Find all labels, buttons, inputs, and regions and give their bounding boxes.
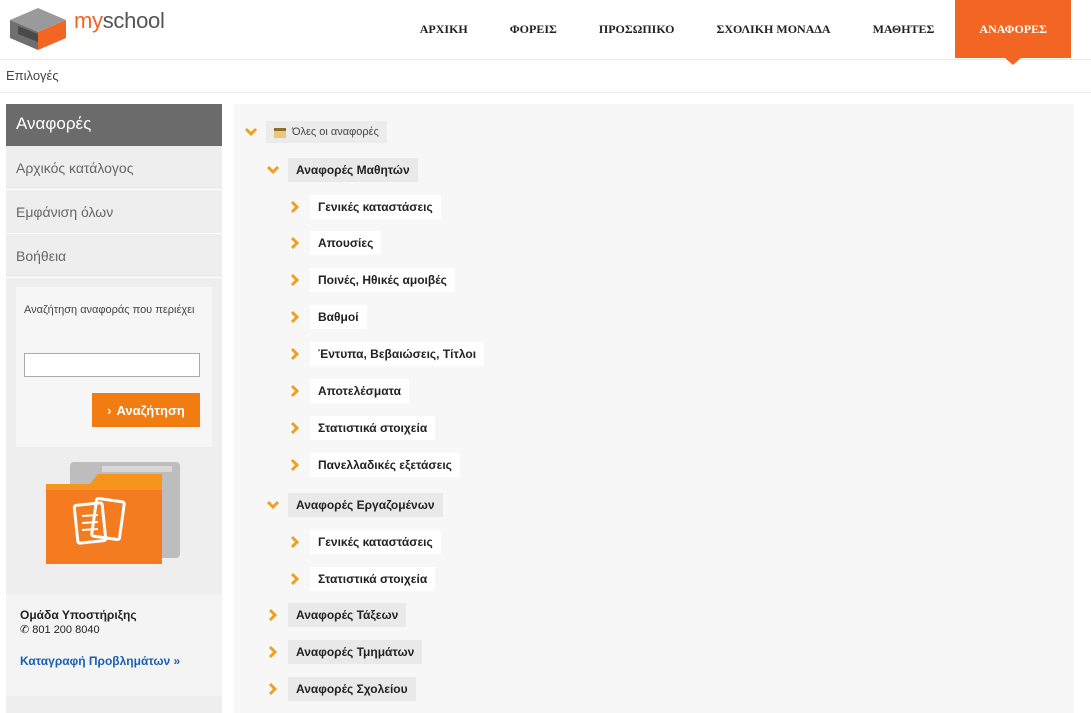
- nav-bodies[interactable]: ΦΟΡΕΙΣ: [489, 0, 578, 58]
- options-label: Επιλογές: [6, 68, 59, 83]
- tree-item[interactable]: Απουσίες: [310, 231, 382, 255]
- report-problems-link[interactable]: Καταγραφή Προβλημάτων »: [20, 654, 180, 668]
- tree-group-school[interactable]: Αναφορές Σχολείου: [288, 677, 416, 701]
- search-button-label: Αναζήτηση: [116, 402, 185, 418]
- chevron-right-icon[interactable]: [288, 458, 302, 472]
- tree-item[interactable]: Πανελλαδικές εξετάσεις: [310, 453, 460, 477]
- logo-mark-icon: [10, 8, 66, 50]
- tree-item[interactable]: Γενικές καταστάσεις: [310, 530, 441, 554]
- chevron-right-icon[interactable]: [288, 572, 302, 586]
- chevron-right-icon[interactable]: [288, 535, 302, 549]
- tree-item-row: Στατιστικά στοιχεία: [288, 414, 436, 442]
- tree-item-row: Έντυπα, Βεβαιώσεις, Τίτλοι: [288, 340, 485, 368]
- tree-root[interactable]: Όλες οι αναφορές: [266, 121, 387, 143]
- tree-root-label: Όλες οι αναφορές: [292, 126, 379, 138]
- tree-group-row: Αναφορές Μαθητών: [266, 156, 418, 184]
- tree-item-row: Ποινές, Ηθικές αμοιβές: [288, 266, 455, 294]
- search-input[interactable]: [24, 353, 200, 377]
- tree-root-row: Όλες οι αναφορές: [244, 118, 387, 146]
- nav-staff[interactable]: ΠΡΟΣΩΠΙΚΟ: [578, 0, 696, 58]
- chevron-right-icon[interactable]: [288, 200, 302, 214]
- tree-item-row: Αποτελέσματα: [288, 377, 409, 405]
- sidebar-link-show-all[interactable]: Εμφάνιση όλων: [6, 190, 222, 234]
- sidebar-link-main-catalog[interactable]: Αρχικός κατάλογος: [6, 146, 222, 190]
- sidebar: Αναφορές Αρχικός κατάλογος Εμφάνιση όλων…: [6, 104, 222, 713]
- report-search-box: Αναζήτηση αναφοράς που περιέχει › Αναζήτ…: [16, 287, 212, 447]
- tree-item[interactable]: Γενικές καταστάσεις: [310, 195, 441, 219]
- tree-item[interactable]: Αποτελέσματα: [310, 379, 409, 403]
- tree-item-row: Στατιστικά στοιχεία: [288, 565, 436, 593]
- reports-folder-icon: [42, 460, 182, 570]
- options-divider: [0, 92, 1091, 93]
- chevron-right-icon[interactable]: [288, 421, 302, 435]
- support-area: Ομάδα Υποστήριξης ✆ 801 200 8040 Καταγρα…: [6, 594, 222, 696]
- nav-home[interactable]: ΑΡΧΙΚΗ: [399, 0, 489, 58]
- nav-students[interactable]: ΜΑΘΗΤΕΣ: [852, 0, 956, 58]
- phone-icon: ✆: [20, 624, 30, 636]
- tree-group-students[interactable]: Αναφορές Μαθητών: [288, 158, 418, 182]
- chevron-right-icon[interactable]: [288, 236, 302, 250]
- search-label: Αναζήτηση αναφοράς που περιέχει: [24, 304, 195, 316]
- tree-group-row: Αναφορές Τάξεων: [266, 601, 407, 629]
- tree-item[interactable]: Έντυπα, Βεβαιώσεις, Τίτλοι: [310, 342, 485, 366]
- support-phone-number: 801 200 8040: [32, 624, 100, 636]
- tree-item[interactable]: Ποινές, Ηθικές αμοιβές: [310, 268, 455, 292]
- sidebar-title: Αναφορές: [6, 104, 222, 146]
- tree-item[interactable]: Στατιστικά στοιχεία: [310, 416, 436, 440]
- chevron-right-icon[interactable]: [288, 384, 302, 398]
- chevron-down-icon[interactable]: [244, 125, 258, 139]
- chevron-right-icon[interactable]: [266, 645, 280, 659]
- tree-group-sections[interactable]: Αναφορές Τμημάτων: [288, 640, 423, 664]
- top-header: myschool ΑΡΧΙΚΗ ΦΟΡΕΙΣ ΠΡΟΣΩΠΙΚΟ ΣΧΟΛΙΚΗ…: [0, 0, 1091, 65]
- sidebar-link-help[interactable]: Βοήθεια: [6, 234, 222, 278]
- chevron-right-icon[interactable]: [266, 682, 280, 696]
- logo-my: my: [74, 8, 103, 33]
- tree-item-row: Γενικές καταστάσεις: [288, 528, 441, 556]
- support-phone: ✆ 801 200 8040: [20, 623, 100, 636]
- chevron-right-icon[interactable]: [266, 608, 280, 622]
- chevron-right-icon[interactable]: [288, 273, 302, 287]
- nav-school-unit[interactable]: ΣΧΟΛΙΚΗ ΜΟΝΑΔΑ: [695, 0, 851, 58]
- search-button[interactable]: › Αναζήτηση: [92, 393, 200, 427]
- logo-text: myschool: [74, 8, 165, 34]
- myschool-logo[interactable]: myschool: [8, 6, 168, 52]
- tree-group-classes[interactable]: Αναφορές Τάξεων: [288, 603, 407, 627]
- nav-reports[interactable]: ΑΝΑΦΟΡΕΣ: [955, 0, 1071, 65]
- chevron-right-icon[interactable]: [288, 347, 302, 361]
- tree-group-row: Αναφορές Εργαζομένων: [266, 491, 443, 519]
- tree-item-row: Πανελλαδικές εξετάσεις: [288, 451, 460, 479]
- tree-item[interactable]: Βαθμοί: [310, 305, 367, 329]
- calendar-icon: [274, 127, 286, 138]
- chevron-down-icon[interactable]: [266, 498, 280, 512]
- main-nav: ΑΡΧΙΚΗ ΦΟΡΕΙΣ ΠΡΟΣΩΠΙΚΟ ΣΧΟΛΙΚΗ ΜΟΝΑΔΑ Μ…: [399, 0, 1071, 65]
- tree-item-row: Βαθμοί: [288, 303, 367, 331]
- reports-tree-panel: Όλες οι αναφορές Αναφορές Μαθητών Γενικέ…: [234, 104, 1074, 713]
- chevron-right-icon[interactable]: [288, 310, 302, 324]
- tree-item[interactable]: Στατιστικά στοιχεία: [310, 567, 436, 591]
- tree-item-row: Γενικές καταστάσεις: [288, 193, 441, 221]
- support-title: Ομάδα Υποστήριξης: [20, 608, 137, 622]
- tree-group-employees[interactable]: Αναφορές Εργαζομένων: [288, 493, 443, 517]
- tree-group-row: Αναφορές Σχολείου: [266, 675, 416, 703]
- chevron-down-icon[interactable]: [266, 163, 280, 177]
- tree-group-row: Αναφορές Τμημάτων: [266, 638, 423, 666]
- tree-item-row: Απουσίες: [288, 229, 382, 257]
- chevron-right-icon: ›: [107, 402, 112, 418]
- logo-school: school: [102, 8, 165, 33]
